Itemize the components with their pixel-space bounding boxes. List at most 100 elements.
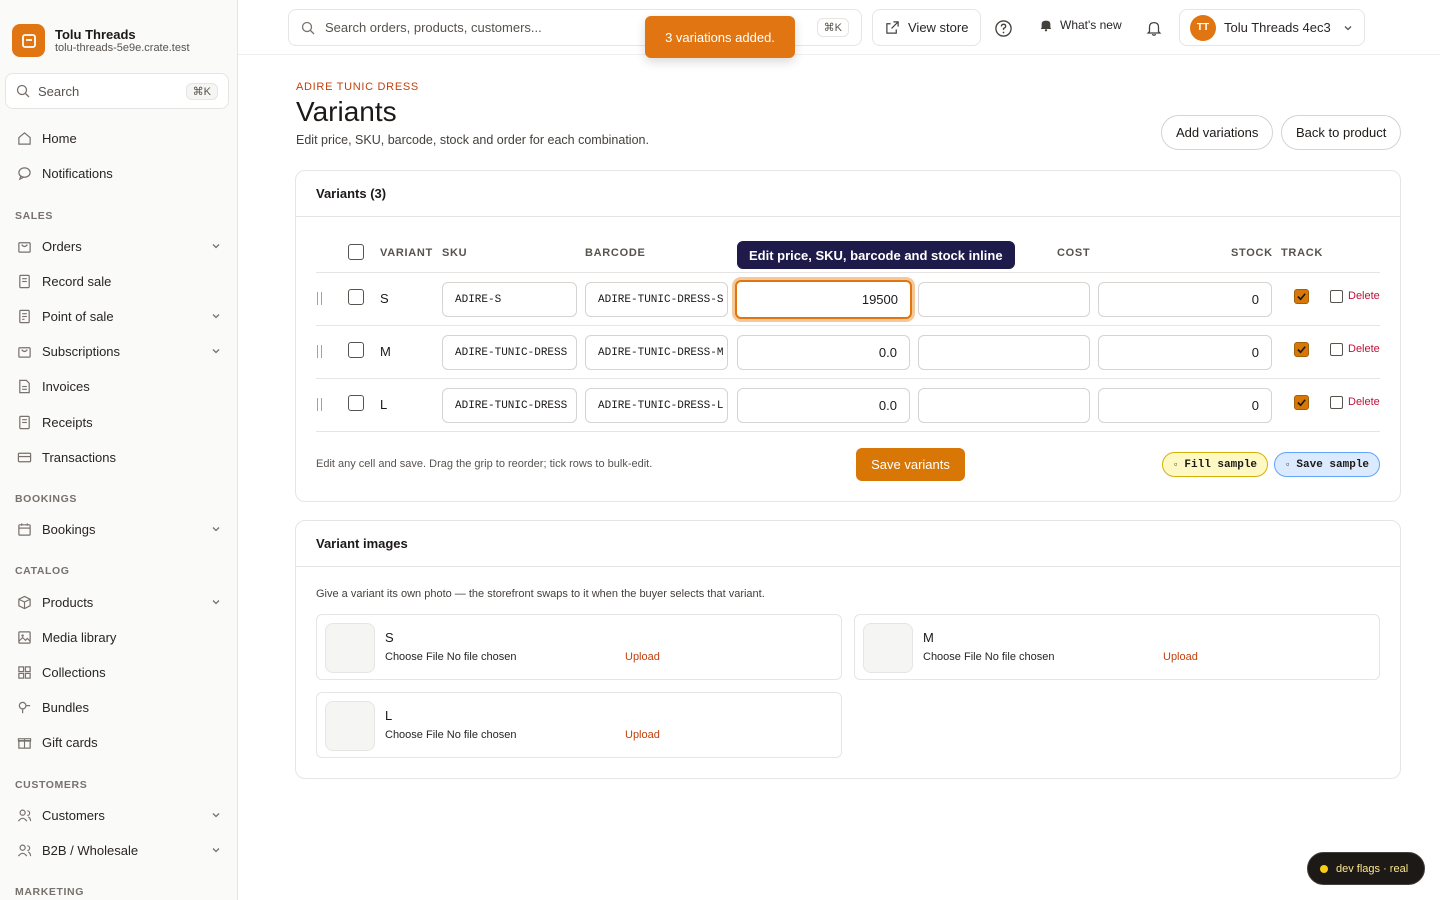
drag-grip-icon[interactable] <box>317 398 322 411</box>
sidebar-item-label: Home <box>42 130 77 146</box>
sidebar-item-label: Customers <box>42 807 105 823</box>
upload-button[interactable]: Upload <box>1163 651 1198 663</box>
help-icon[interactable] <box>993 18 1013 38</box>
sidebar-item-subscriptions[interactable]: Subscriptions <box>16 340 222 362</box>
fill-sample-label: Fill sample <box>1184 458 1258 471</box>
variants-hint: Edit any cell and save. Drag the grip to… <box>316 458 653 470</box>
back-to-product-button[interactable]: Back to product <box>1281 115 1402 150</box>
sidebar-item-orders[interactable]: Orders <box>16 235 222 257</box>
upload-button[interactable]: Upload <box>625 651 660 663</box>
row-select-checkbox[interactable] <box>348 342 364 358</box>
sku-input[interactable]: ADIRE-S <box>442 282 577 317</box>
sidebar-item-label: Collections <box>42 664 106 680</box>
track-checkbox[interactable] <box>1294 342 1309 357</box>
chevron-down-icon <box>212 813 220 818</box>
sidebar-item-label: Subscriptions <box>42 343 121 359</box>
sidebar-item-home[interactable]: Home <box>16 127 222 149</box>
sidebar-item-notifications[interactable]: Notifications <box>16 162 222 184</box>
sidebar-item-receipts[interactable]: Receipts <box>16 411 222 433</box>
sidebar-item-label: Media library <box>42 629 117 645</box>
stock-input[interactable]: 0 <box>1098 282 1272 317</box>
price-input[interactable]: 19500 <box>735 280 912 319</box>
gift-icon <box>16 734 32 750</box>
box-icon <box>16 594 32 610</box>
cost-input[interactable] <box>918 335 1090 370</box>
sidebar-item-products[interactable]: Products <box>16 591 222 613</box>
dev-flags-label: dev flags · real <box>1336 862 1409 875</box>
sidebar-item-label: Orders <box>42 238 82 254</box>
search-icon <box>301 21 315 34</box>
track-checkbox[interactable] <box>1294 289 1309 304</box>
file-chooser[interactable]: Choose File No file chosen <box>385 729 516 741</box>
stock-input[interactable]: 0 <box>1098 335 1272 370</box>
price-input[interactable]: 0.0 <box>737 335 910 370</box>
whats-new-button[interactable]: What's new <box>1039 18 1122 32</box>
view-store-label: View store <box>908 20 969 35</box>
sidebar-item-label: B2B / Wholesale <box>42 842 139 858</box>
sidebar-item-invoices[interactable]: Invoices <box>16 375 222 397</box>
upload-button[interactable]: Upload <box>625 729 660 741</box>
bag-icon <box>16 343 32 359</box>
sku-input[interactable]: ADIRE-TUNIC-DRESS <box>442 335 577 370</box>
sidebar-item-record-sale[interactable]: Record sale <box>16 270 222 292</box>
sidebar-item-label: Bundles <box>42 699 89 715</box>
chevron-down-icon <box>212 244 220 249</box>
sidebar-item-bookings[interactable]: Bookings <box>16 518 222 540</box>
barcode-input[interactable]: ADIRE-TUNIC-DRESS-M <box>585 335 728 370</box>
price-input[interactable]: 0.0 <box>737 388 910 423</box>
sidebar-item-label: Receipts <box>42 414 93 430</box>
dev-flags-badge[interactable]: dev flags · real <box>1307 852 1425 885</box>
cost-input[interactable] <box>918 388 1090 423</box>
account-menu[interactable]: TT Tolu Threads 4ec3 <box>1179 9 1365 46</box>
sidebar-item-gift-cards[interactable]: Gift cards <box>16 731 222 753</box>
section-sales: SALES <box>15 210 54 222</box>
column-header-barcode: BARCODE <box>585 247 646 259</box>
sidebar-item-label: Products <box>42 594 94 610</box>
drag-grip-icon[interactable] <box>317 292 322 305</box>
section-customers: CUSTOMERS <box>15 779 88 791</box>
bell-icon[interactable] <box>1144 18 1164 38</box>
view-store-button[interactable]: View store <box>872 9 982 46</box>
sidebar-search-label: Search <box>38 83 80 99</box>
delete-checkbox[interactable] <box>1330 396 1343 409</box>
column-header-sku: SKU <box>442 247 468 259</box>
sidebar-item-bundles[interactable]: Bundles <box>16 696 222 718</box>
sidebar-item-point-of-sale[interactable]: Point of sale <box>16 305 222 327</box>
file-chooser[interactable]: Choose File No file chosen <box>385 651 516 663</box>
whats-new-label: What's new <box>1060 18 1122 32</box>
column-header-stock: STOCK <box>1231 247 1273 259</box>
row-select-checkbox[interactable] <box>348 289 364 305</box>
save-sample-button[interactable]: ▫ Save sample <box>1274 452 1381 477</box>
variant-images-title: Variant images <box>296 521 1400 567</box>
sidebar-item-collections[interactable]: Collections <box>16 661 222 683</box>
barcode-input[interactable]: ADIRE-TUNIC-DRESS-L <box>585 388 728 423</box>
delete-label[interactable]: Delete <box>1348 290 1380 302</box>
grid-icon <box>16 664 32 680</box>
barcode-input[interactable]: ADIRE-TUNIC-DRESS-S <box>585 282 728 317</box>
square-icon: ▫ <box>1285 459 1291 470</box>
delete-label[interactable]: Delete <box>1348 396 1380 408</box>
add-variations-button[interactable]: Add variations <box>1161 115 1274 150</box>
delete-checkbox[interactable] <box>1330 290 1343 303</box>
sidebar-item-label: Transactions <box>42 449 116 465</box>
file-chooser[interactable]: Choose File No file chosen <box>923 651 1054 663</box>
sidebar-search[interactable]: Search ⌘K <box>5 73 229 109</box>
delete-checkbox[interactable] <box>1330 343 1343 356</box>
select-all-checkbox[interactable] <box>348 244 364 260</box>
track-checkbox[interactable] <box>1294 395 1309 410</box>
sidebar-item-media-library[interactable]: Media library <box>16 626 222 648</box>
fill-sample-button[interactable]: ▫ Fill sample <box>1162 452 1269 477</box>
brand[interactable]: Tolu Threads tolu-threads-5e9e.crate.tes… <box>12 24 190 57</box>
sku-input[interactable]: ADIRE-TUNIC-DRESS <box>442 388 577 423</box>
cost-input[interactable] <box>918 282 1090 317</box>
row-select-checkbox[interactable] <box>348 395 364 411</box>
drag-grip-icon[interactable] <box>317 345 322 358</box>
square-icon: ▫ <box>1173 459 1179 470</box>
stock-input[interactable]: 0 <box>1098 388 1272 423</box>
delete-label[interactable]: Delete <box>1348 343 1380 355</box>
chevron-down-icon <box>212 600 220 605</box>
sidebar-item-b2b-wholesale[interactable]: B2B / Wholesale <box>16 839 222 861</box>
sidebar-item-transactions[interactable]: Transactions <box>16 446 222 468</box>
save-variants-button[interactable]: Save variants <box>856 448 965 481</box>
sidebar-item-customers[interactable]: Customers <box>16 804 222 826</box>
